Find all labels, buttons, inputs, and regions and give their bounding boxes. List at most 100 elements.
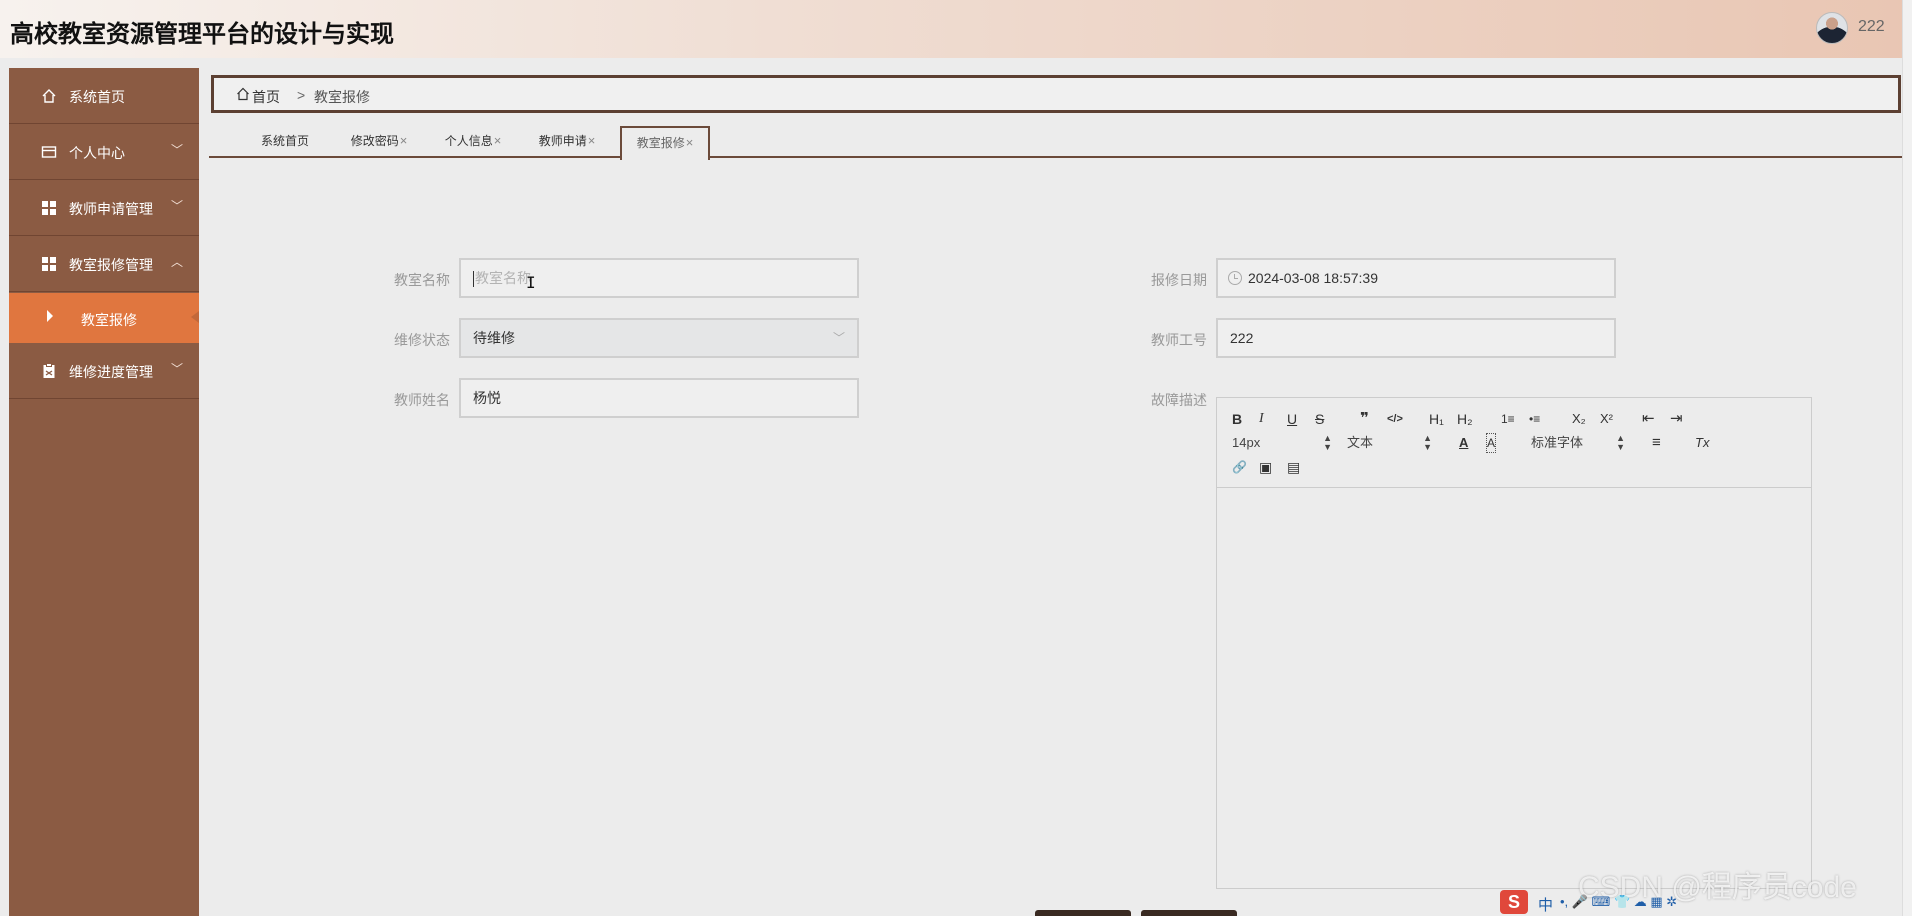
sidebar-item-label: 维修进度管理 [69, 364, 153, 380]
breadcrumb: 首页 > 教室报修 [211, 75, 1901, 113]
teacher-name-input[interactable]: 杨悦 [459, 378, 859, 418]
classroom-name-input[interactable]: 教室名称 [459, 258, 859, 298]
editor-content-area[interactable] [1217, 489, 1811, 888]
chevron-down-icon: ﹀ [832, 331, 845, 345]
teacher-name-label: 教师姓名 [394, 392, 450, 408]
breadcrumb-separator: > [297, 87, 306, 103]
ime-logo-icon: S [1500, 890, 1528, 914]
bold-button[interactable]: B [1232, 410, 1242, 428]
font-family-value: 标准字体 [1531, 435, 1584, 450]
classroom-name-label: 教室名称 [394, 272, 450, 288]
chevron-down-icon: ﹀ [171, 362, 184, 376]
sidebar: 系统首页 个人中心 ﹀ 教师申请管理 ﹀ 教室报修管理 ︿ 教室报修 维修进度管… [9, 68, 199, 916]
paragraph-value: 文本 [1347, 435, 1374, 450]
superscript-button[interactable]: X² [1600, 410, 1613, 428]
link-button[interactable]: 🔗 [1232, 458, 1247, 476]
tab-change-password[interactable]: 修改密码× [339, 126, 419, 158]
repair-status-select[interactable]: 待维修 ﹀ [459, 318, 859, 358]
tab-label: 个人信息 [444, 134, 493, 148]
close-icon[interactable]: × [588, 133, 596, 148]
tab-label: 教室报修 [636, 136, 685, 150]
tab-label: 修改密码 [350, 134, 399, 148]
font-family-select[interactable]: 标准字体 ▲ ▼ [1531, 434, 1625, 452]
mouse-cursor-icon: I [526, 273, 536, 292]
sidebar-item-label: 教师申请管理 [69, 201, 153, 217]
repair-status-label: 维修状态 [394, 332, 450, 348]
font-color-button[interactable]: A [1459, 434, 1468, 452]
teacher-name-value: 杨悦 [473, 390, 501, 406]
chevron-up-icon: ︿ [171, 255, 184, 269]
sidebar-item-repair-progress[interactable]: 维修进度管理 ﹀ [9, 343, 199, 399]
cancel-button[interactable] [1141, 910, 1237, 916]
ordered-list-button[interactable]: 1≡ [1501, 410, 1515, 428]
close-icon[interactable]: × [686, 135, 694, 150]
background-color-button[interactable]: A [1485, 433, 1497, 453]
h2-button[interactable]: H₂ [1457, 410, 1473, 428]
repair-status-value: 待维修 [473, 330, 515, 346]
user-avatar[interactable] [1816, 12, 1848, 44]
clipboard-icon [43, 363, 55, 378]
paragraph-select[interactable]: 文本 ▲ ▼ [1347, 434, 1432, 452]
clean-format-button[interactable]: Tx [1695, 434, 1709, 452]
classroom-name-placeholder: 教室名称 [475, 270, 531, 286]
app-title: 高校教室资源管理平台的设计与实现 [10, 21, 394, 48]
sidebar-item-classroom-repair[interactable]: 教室报修管理 ︿ [9, 236, 199, 292]
font-size-select[interactable]: 14px ▲ ▼ [1232, 434, 1332, 452]
submit-button[interactable] [1035, 910, 1131, 916]
top-header: 高校教室资源管理平台的设计与实现 222 [0, 0, 1912, 58]
font-size-value: 14px [1232, 435, 1261, 450]
outdent-button[interactable]: ⇤ [1642, 410, 1655, 428]
sidebar-item-personal-center[interactable]: 个人中心 ﹀ [9, 124, 199, 180]
tabs-bar: 系统首页 修改密码× 个人信息× 教师申请× 教室报修× [209, 122, 1902, 160]
fault-desc-label: 故障描述 [1151, 392, 1207, 408]
breadcrumb-home[interactable]: 首页 [252, 87, 280, 107]
align-button[interactable]: ≡ [1652, 434, 1661, 452]
repair-date-label: 报修日期 [1151, 272, 1207, 288]
tab-label: 系统首页 [260, 134, 309, 148]
teacher-id-value: 222 [1230, 330, 1254, 346]
chevron-down-icon: ﹀ [171, 199, 184, 213]
italic-button[interactable]: I [1259, 410, 1264, 428]
indent-button[interactable]: ⇥ [1670, 410, 1683, 428]
ime-icons[interactable]: •, 🎤 ⌨ 👕 ☁ ▦ ✲ [1560, 894, 1677, 910]
tab-personal-info[interactable]: 个人信息× [433, 126, 513, 158]
sidebar-item-home[interactable]: 系统首页 [9, 68, 199, 124]
sidebar-subitem-classroom-repair[interactable]: 教室报修 [9, 293, 199, 343]
editor-toolbar: B I U S ❞ </> H₁ H₂ 1≡ •≡ X₂ X² ⇤ ⇥ 14px… [1217, 398, 1811, 488]
subscript-button[interactable]: X₂ [1572, 410, 1586, 428]
grid-icon [42, 257, 56, 271]
text-cursor [473, 271, 474, 288]
strike-button[interactable]: S [1315, 410, 1324, 428]
sidebar-subitem-label: 教室报修 [81, 312, 137, 328]
h1-button[interactable]: H₁ [1429, 410, 1444, 428]
repair-date-input[interactable]: 2024-03-08 18:57:39 [1216, 258, 1616, 298]
page-scrollbar[interactable] [1902, 0, 1912, 916]
code-button[interactable]: </> [1387, 410, 1403, 428]
home-icon[interactable] [236, 87, 250, 101]
ime-toolbar[interactable]: S 中 •, 🎤 ⌨ 👕 ☁ ▦ ✲ [1500, 890, 1740, 916]
tab-classroom-repair[interactable]: 教室报修× [620, 126, 710, 160]
active-indicator [191, 311, 199, 323]
tab-home[interactable]: 系统首页 [245, 126, 325, 158]
sidebar-item-label: 教室报修管理 [69, 257, 153, 273]
card-icon [41, 146, 57, 158]
sidebar-item-teacher-application[interactable]: 教师申请管理 ﹀ [9, 180, 199, 236]
caret-right-icon [47, 310, 53, 322]
bullet-list-button[interactable]: •≡ [1529, 410, 1540, 428]
teacher-id-input[interactable]: 222 [1216, 318, 1616, 358]
blockquote-button[interactable]: ❞ [1360, 410, 1369, 428]
breadcrumb-current: 教室报修 [314, 89, 370, 105]
home-icon [42, 89, 56, 103]
sidebar-item-label: 个人中心 [69, 145, 125, 161]
ime-mode[interactable]: 中 [1538, 894, 1553, 915]
username[interactable]: 222 [1858, 18, 1885, 36]
close-icon[interactable]: × [400, 133, 408, 148]
teacher-id-label: 教师工号 [1151, 332, 1207, 348]
tab-label: 教师申请 [538, 134, 587, 148]
grid-icon [42, 201, 56, 215]
tab-teacher-application[interactable]: 教师申请× [527, 126, 607, 158]
close-icon[interactable]: × [494, 133, 502, 148]
image-button[interactable]: ▣ [1259, 458, 1272, 476]
underline-button[interactable]: U [1287, 410, 1297, 428]
video-button[interactable]: ▤ [1287, 458, 1300, 476]
